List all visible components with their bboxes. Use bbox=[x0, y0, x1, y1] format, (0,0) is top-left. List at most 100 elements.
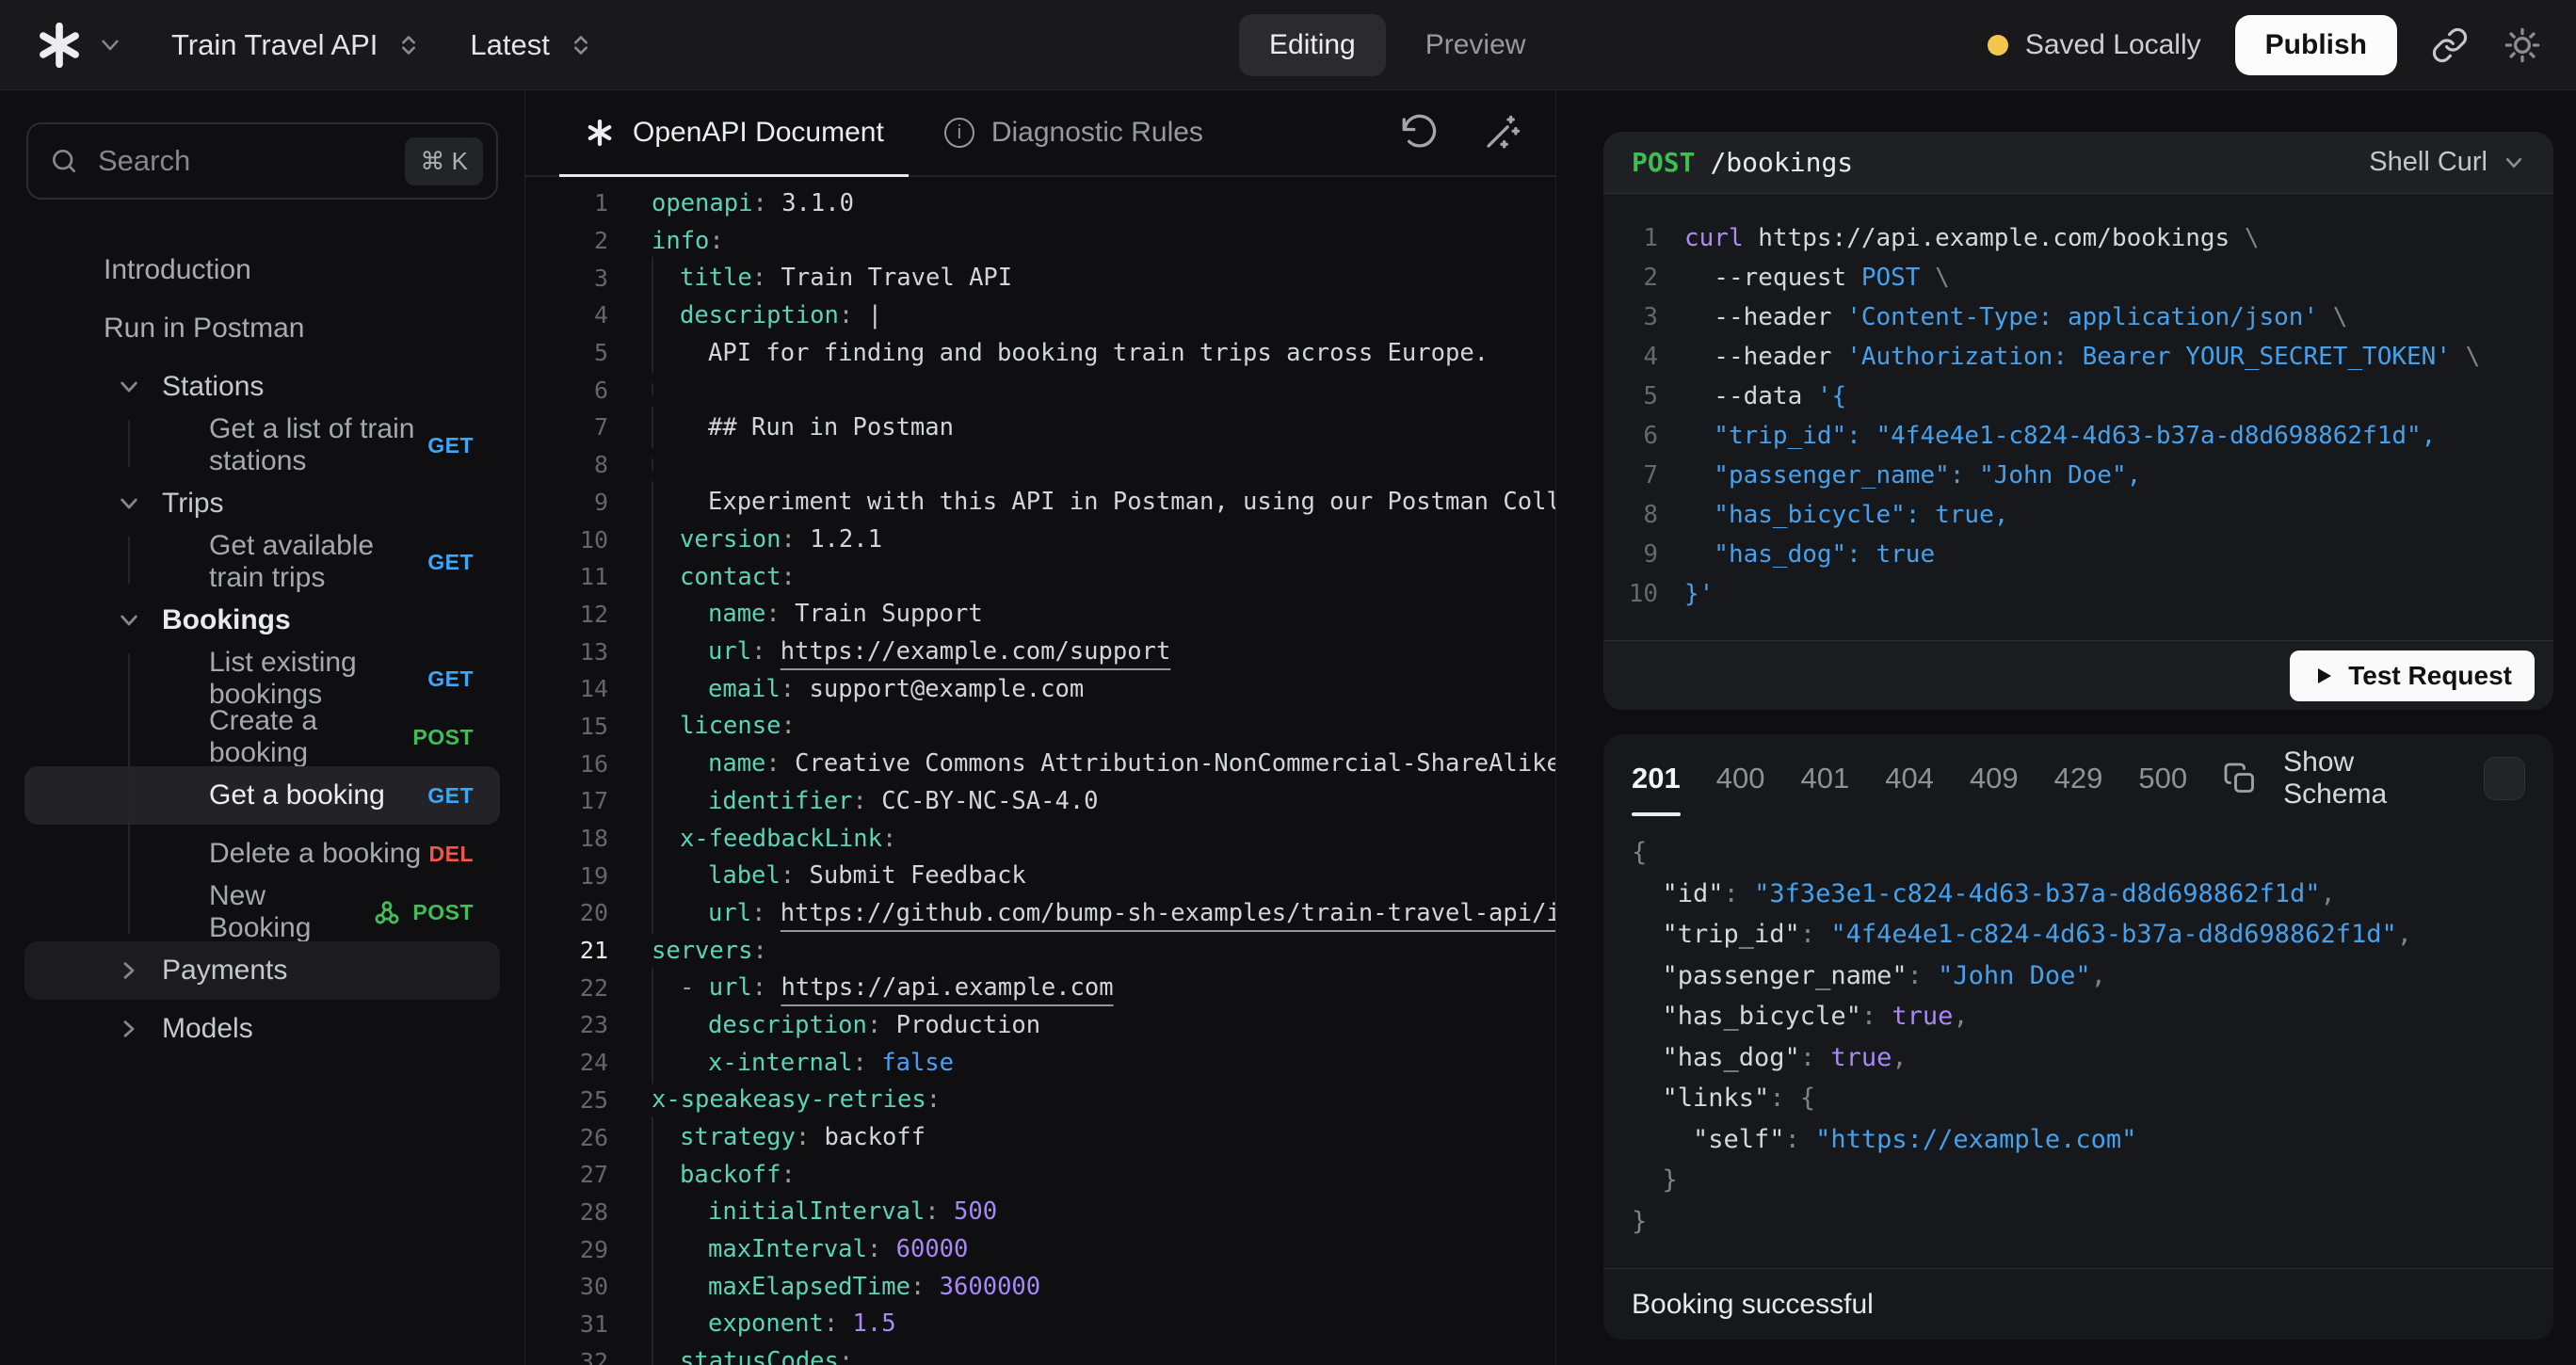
code-line: 18x-feedbackLink: bbox=[525, 820, 1555, 858]
mode-tab-editing[interactable]: Editing bbox=[1239, 14, 1386, 76]
magic-wand-icon[interactable] bbox=[1482, 113, 1521, 153]
code-line: 31exponent: 1.5 bbox=[525, 1306, 1555, 1343]
sidebar-item-new-booking[interactable]: New BookingPOST bbox=[24, 883, 500, 941]
method-badge: GET bbox=[427, 666, 474, 692]
status-tab-201[interactable]: 201 bbox=[1632, 762, 1681, 795]
status-tab-401[interactable]: 401 bbox=[1800, 762, 1849, 795]
sidebar-group-stations[interactable]: Stations bbox=[24, 358, 500, 416]
line-number: 13 bbox=[525, 638, 608, 666]
search-input[interactable] bbox=[98, 144, 386, 178]
workspace-chevron-icon[interactable] bbox=[98, 33, 122, 57]
sidebar-group-trips[interactable]: Trips bbox=[24, 474, 500, 533]
code-line: 20url: https://github.com/bump-sh-exampl… bbox=[525, 894, 1555, 932]
publish-button[interactable]: Publish bbox=[2235, 15, 2397, 75]
method-badge: GET bbox=[427, 550, 474, 575]
line-number: 26 bbox=[525, 1124, 608, 1151]
line-number: 9 bbox=[525, 489, 608, 516]
tab-label: Diagnostic Rules bbox=[991, 117, 1203, 149]
curl-line: 2 --request POST \ bbox=[1603, 258, 2553, 297]
sidebar-group-label: Stations bbox=[162, 371, 264, 403]
status-tab-400[interactable]: 400 bbox=[1716, 762, 1765, 795]
updown-chevron-icon bbox=[569, 33, 593, 57]
show-schema-label: Show Schema bbox=[2283, 747, 2457, 811]
search-box[interactable]: ⌘ K bbox=[26, 122, 498, 200]
copy-icon[interactable] bbox=[2223, 762, 2257, 795]
sidebar-item-label: Get available train trips bbox=[209, 530, 427, 594]
response-card: 201400401404409429500 Show Schema { "id"… bbox=[1603, 734, 2553, 1340]
curl-line: 5 --data '{ bbox=[1603, 377, 2553, 416]
client-language-selector[interactable]: Shell Curl bbox=[2369, 147, 2525, 178]
curl-line: 9 "has_dog": true bbox=[1603, 535, 2553, 574]
line-number: 25 bbox=[525, 1086, 608, 1114]
indent-guide bbox=[128, 537, 130, 584]
line-number: 8 bbox=[1603, 495, 1658, 535]
code-line: 26strategy: backoff bbox=[525, 1118, 1555, 1156]
json-line: "has_bicycle": true, bbox=[1632, 996, 2525, 1037]
status-tab-500[interactable]: 500 bbox=[2138, 762, 2187, 795]
save-status: Saved Locally bbox=[1988, 29, 2201, 61]
code-line: 2info: bbox=[525, 222, 1555, 260]
method-badge: POST bbox=[373, 898, 474, 926]
request-method: POST bbox=[1632, 147, 1695, 178]
sidebar-group-bookings[interactable]: Bookings bbox=[24, 591, 500, 650]
share-link-icon[interactable] bbox=[2431, 26, 2469, 64]
sidebar-item-label: List existing bookings bbox=[209, 647, 427, 711]
tab-openapi-document[interactable]: OpenAPI Document bbox=[559, 90, 909, 175]
scalar-asterisk-icon bbox=[584, 117, 616, 149]
play-icon bbox=[2312, 665, 2335, 687]
sidebar-item-run-in-postman[interactable]: Run in Postman bbox=[24, 299, 500, 358]
status-tab-429[interactable]: 429 bbox=[2054, 762, 2103, 795]
line-number: 32 bbox=[525, 1348, 608, 1365]
sidebar-item-introduction[interactable]: Introduction bbox=[24, 241, 500, 299]
status-tab-409[interactable]: 409 bbox=[1970, 762, 2019, 795]
api-selector[interactable]: Train Travel API bbox=[171, 28, 421, 62]
code-line: 28initialInterval: 500 bbox=[525, 1194, 1555, 1231]
webhook-icon bbox=[373, 898, 401, 926]
curl-line: 3 --header 'Content-Type: application/js… bbox=[1603, 297, 2553, 337]
sidebar-group-models[interactable]: Models bbox=[24, 1000, 500, 1058]
sidebar-item-get-available-train-trips[interactable]: Get available train tripsGET bbox=[24, 533, 500, 591]
sidebar-item-get-a-list-of-train-stations[interactable]: Get a list of train stationsGET bbox=[24, 416, 500, 474]
line-number: 3 bbox=[525, 265, 608, 292]
mode-tab-preview[interactable]: Preview bbox=[1395, 14, 1556, 76]
sidebar-group-label: Bookings bbox=[162, 604, 291, 636]
code-line: 13url: https://example.com/support bbox=[525, 633, 1555, 670]
line-number: 27 bbox=[525, 1161, 608, 1188]
code-line: 7## Run in Postman bbox=[525, 409, 1555, 446]
sidebar-nav: IntroductionRun in Postman Stations Get a … bbox=[0, 241, 524, 1058]
test-request-button[interactable]: Test Request bbox=[2290, 650, 2535, 701]
sidebar-item-create-a-booking[interactable]: Create a bookingPOST bbox=[24, 708, 500, 766]
line-number: 21 bbox=[525, 937, 608, 964]
line-number: 14 bbox=[525, 675, 608, 702]
info-icon: i bbox=[944, 118, 974, 148]
method-badge: DEL bbox=[429, 842, 475, 867]
code-line: 27backoff: bbox=[525, 1156, 1555, 1194]
line-number: 12 bbox=[525, 601, 608, 628]
tab-diagnostic-rules[interactable]: i Diagnostic Rules bbox=[920, 90, 1228, 175]
method-badge: GET bbox=[427, 783, 474, 809]
version-selector[interactable]: Latest bbox=[470, 28, 592, 62]
curl-line: 8 "has_bicycle": true, bbox=[1603, 495, 2553, 535]
line-number: 17 bbox=[525, 787, 608, 814]
sidebar-item-delete-a-booking[interactable]: Delete a bookingDEL bbox=[24, 825, 500, 883]
line-number: 22 bbox=[525, 974, 608, 1002]
curl-line: 1curl https://api.example.com/bookings \ bbox=[1603, 218, 2553, 258]
chevron-down-icon bbox=[2503, 152, 2525, 174]
json-line: } bbox=[1632, 1160, 2525, 1201]
method-badge: POST bbox=[412, 725, 474, 750]
scalar-logo-icon[interactable] bbox=[34, 20, 85, 71]
line-number: 5 bbox=[1603, 377, 1658, 416]
curl-snippet[interactable]: 1curl https://api.example.com/bookings \… bbox=[1603, 194, 2553, 640]
status-tab-404[interactable]: 404 bbox=[1885, 762, 1934, 795]
json-line: { bbox=[1632, 832, 2525, 874]
sidebar-item-list-existing-bookings[interactable]: List existing bookingsGET bbox=[24, 650, 500, 708]
sidebar-group-payments[interactable]: Payments bbox=[24, 941, 500, 1000]
sidebar-item-label: New Booking bbox=[209, 880, 373, 944]
sidebar-group-label: Trips bbox=[162, 488, 224, 520]
undo-icon[interactable] bbox=[1399, 113, 1439, 153]
yaml-code-editor[interactable]: 1openapi: 3.1.02info:3title: Train Trave… bbox=[525, 177, 1555, 1365]
curl-line: 6 "trip_id": "4f4e4e1-c824-4d63-b37a-d8d… bbox=[1603, 416, 2553, 456]
sidebar-item-get-a-booking[interactable]: Get a bookingGET bbox=[24, 766, 500, 825]
show-schema-toggle[interactable] bbox=[2484, 757, 2525, 800]
theme-sun-icon[interactable] bbox=[2503, 25, 2542, 65]
